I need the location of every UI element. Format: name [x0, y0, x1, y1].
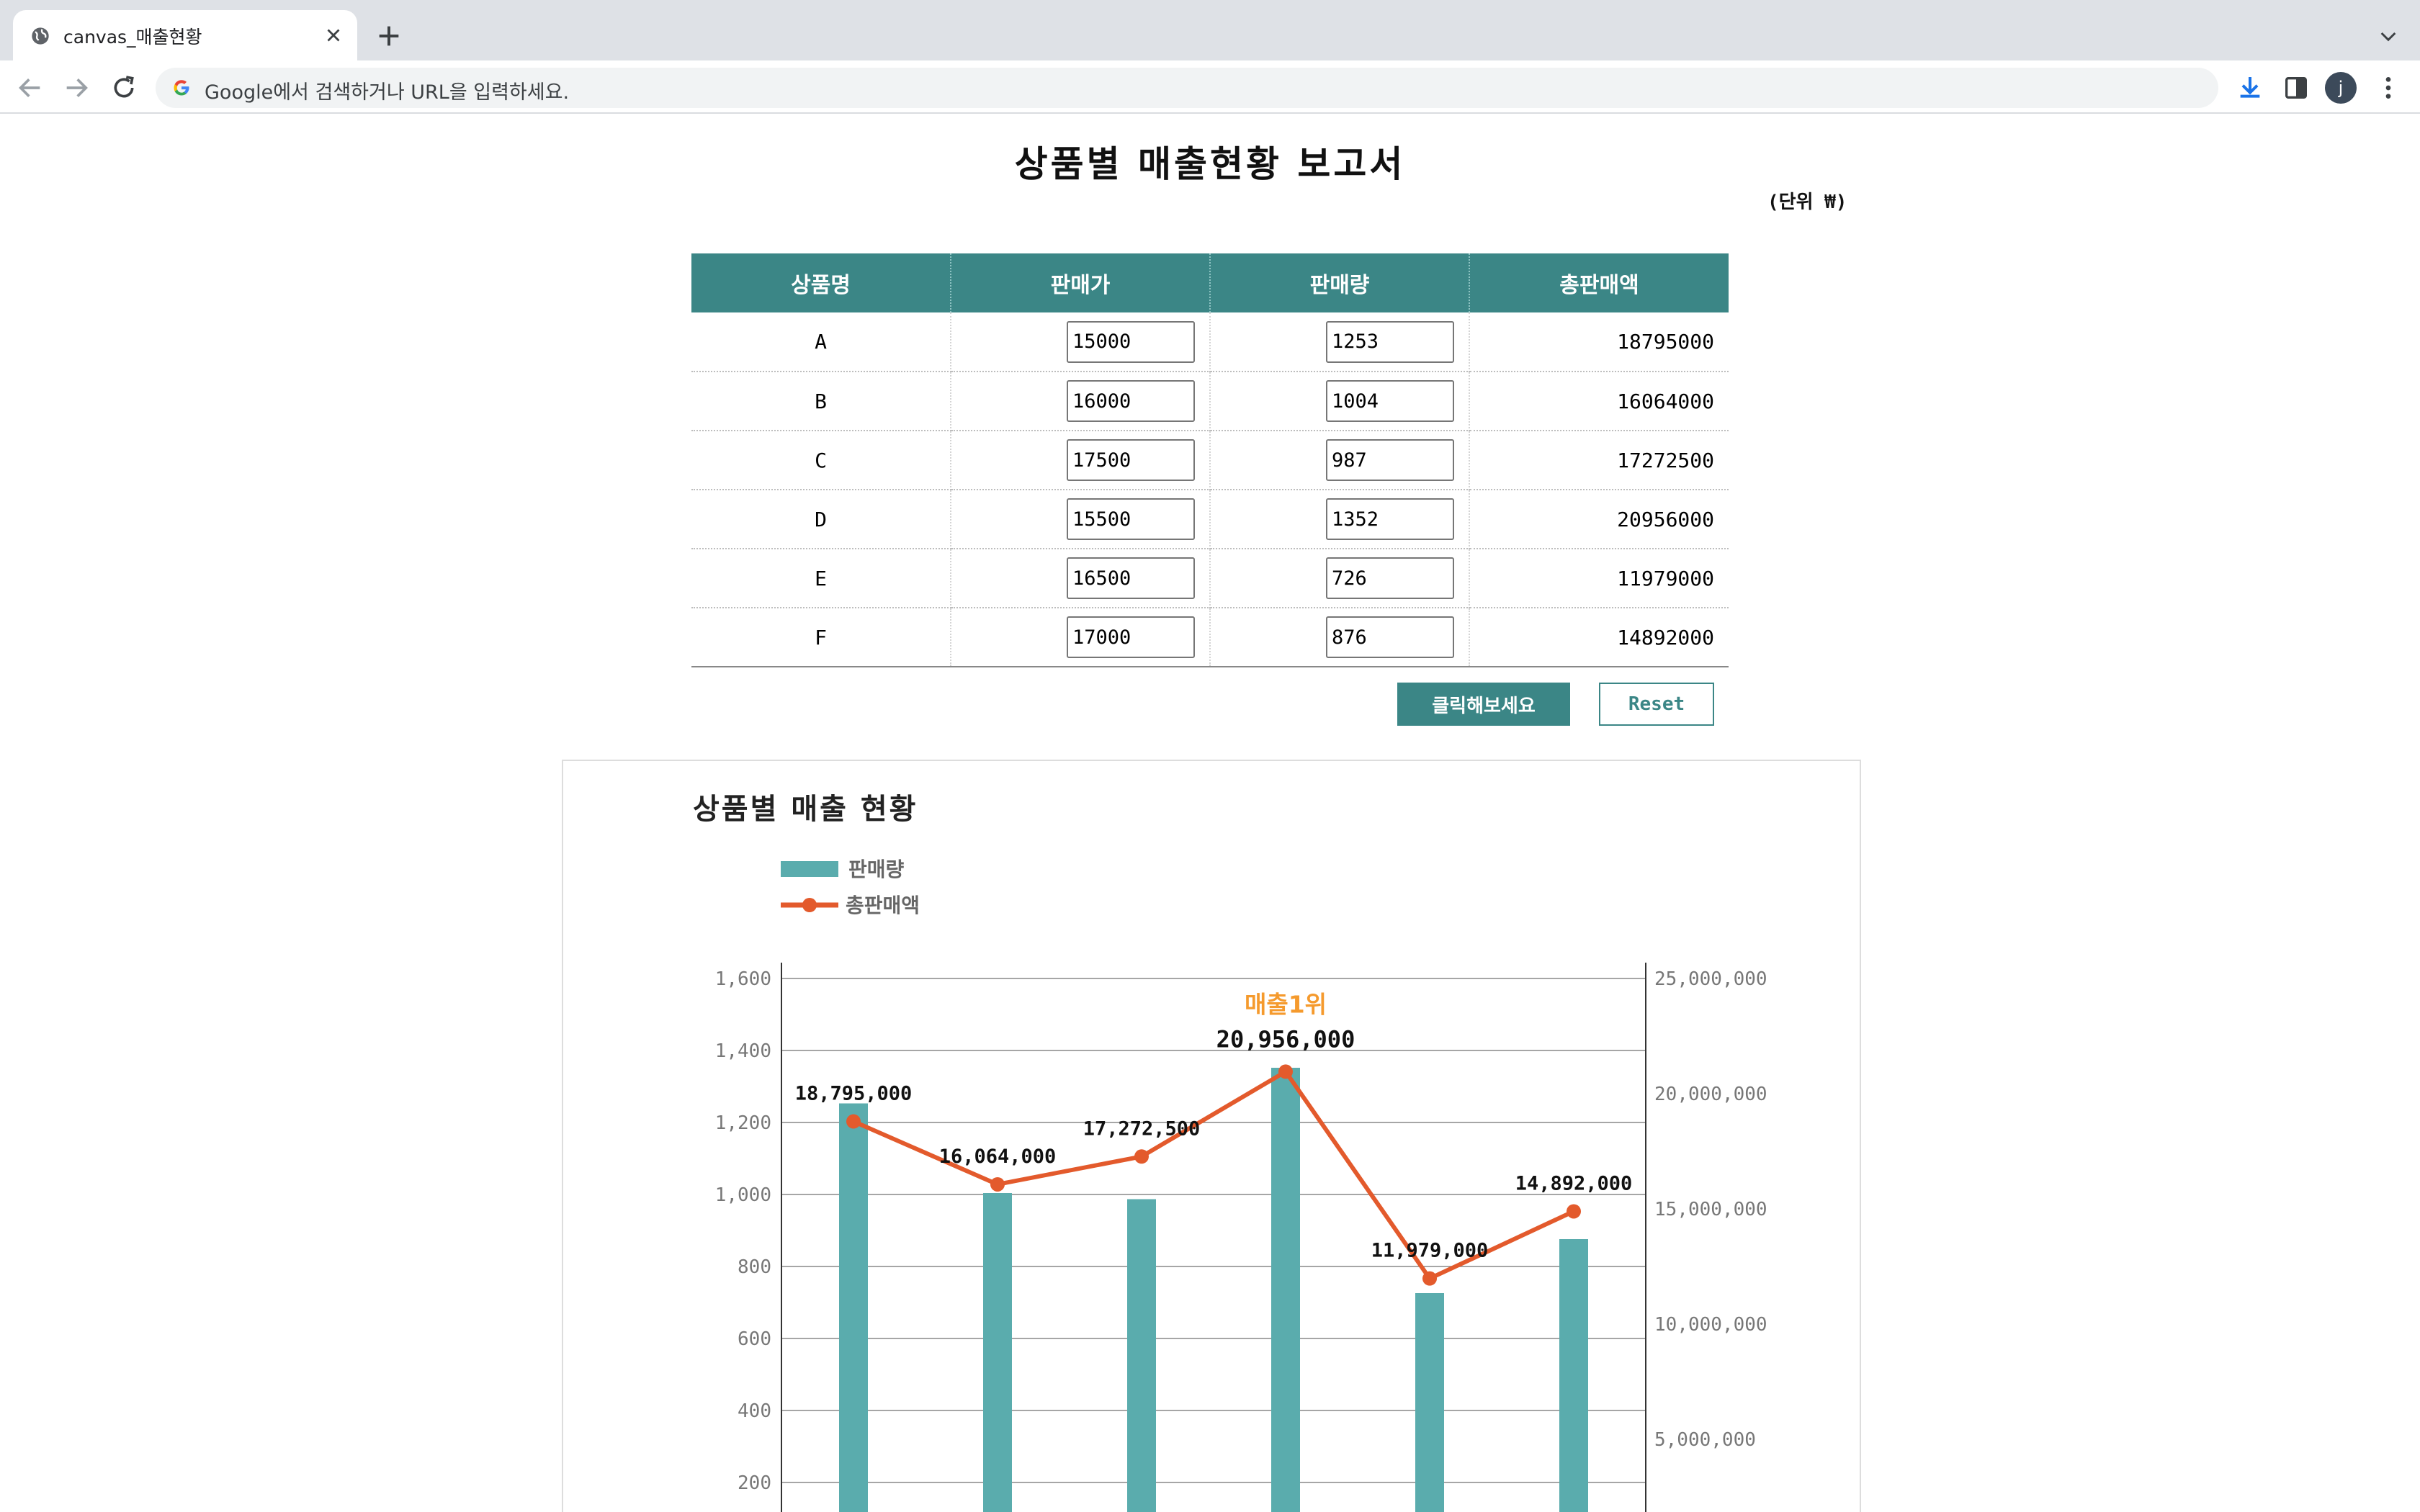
total-cell: 16064000 — [1469, 372, 1729, 431]
y-left-tick-label: 600 — [738, 1328, 771, 1350]
kebab-menu-icon[interactable] — [2374, 73, 2403, 102]
browser-tab[interactable]: canvas_매출현황 — [13, 10, 357, 60]
line-point-F — [1567, 1204, 1581, 1219]
reset-button[interactable]: Reset — [1599, 683, 1714, 726]
line-point-C — [1134, 1149, 1149, 1164]
side-panel-icon[interactable] — [2282, 73, 2311, 102]
quantity-input[interactable] — [1326, 616, 1454, 658]
legend-bar-swatch — [781, 861, 838, 877]
line-point-D — [1278, 1064, 1293, 1079]
browser-tab-bar: canvas_매출현황 — [0, 0, 2420, 60]
header-price: 판매가 — [951, 253, 1211, 312]
data-label-E: 11,979,000 — [1371, 1240, 1489, 1262]
bar-E — [1415, 1293, 1444, 1512]
top-seller-annotation: 매출1위 — [1245, 990, 1327, 1018]
google-logo-icon — [174, 80, 189, 96]
page-title: 상품별 매출현황 보고서 — [1014, 143, 1406, 185]
sales-table: 상품명 판매가 판매량 총판매액 A 18795000 B 16064000 C… — [691, 253, 1729, 667]
y-left-tick-label: 1,200 — [715, 1112, 771, 1134]
line-point-A — [846, 1114, 861, 1129]
price-input[interactable] — [1067, 320, 1195, 363]
y-left-tick-label: 1,600 — [715, 968, 771, 990]
quantity-input[interactable] — [1326, 320, 1454, 363]
y-left-tick-label: 1,400 — [715, 1040, 771, 1062]
y-right-tick-label: 15,000,000 — [1654, 1199, 1767, 1220]
y-right-tick-label: 10,000,000 — [1654, 1314, 1767, 1336]
y-left-tick-label: 800 — [738, 1256, 771, 1278]
legend-line-label: 총판매액 — [846, 894, 920, 917]
data-label-C: 17,272,500 — [1083, 1117, 1201, 1140]
bar-A — [839, 1103, 868, 1512]
price-input[interactable] — [1067, 439, 1195, 481]
sales-chart: 상품별 매출 현황판매량총판매액 200 400 600 800 1,000 1,200 1,… — [693, 793, 1767, 1512]
quantity-input[interactable] — [1326, 498, 1454, 540]
y-left-tick-label: 1,000 — [715, 1184, 771, 1206]
y-left-tick-label: 400 — [738, 1400, 771, 1422]
address-bar-placeholder: Google에서 검색하거나 URL을 입력하세요. — [205, 81, 570, 104]
legend-bar-label: 판매량 — [848, 858, 905, 881]
header-product-name: 상품명 — [691, 253, 951, 312]
back-arrow-icon[interactable] — [16, 73, 45, 102]
table-row: F 14892000 — [691, 608, 1729, 667]
table-row: E 11979000 — [691, 549, 1729, 608]
header-total: 총판매액 — [1469, 253, 1729, 312]
browser-toolbar: Google에서 검색하거나 URL을 입력하세요. j — [0, 60, 2420, 114]
total-cell: 17272500 — [1469, 431, 1729, 490]
table-header-row: 상품명 판매가 판매량 총판매액 — [691, 253, 1729, 312]
download-icon[interactable] — [2236, 73, 2264, 102]
data-label-B: 16,064,000 — [939, 1146, 1057, 1168]
legend-line-marker — [802, 898, 817, 912]
globe-icon — [32, 27, 49, 45]
calculate-button[interactable]: 클릭해보세요 — [1397, 683, 1570, 726]
chevron-down-icon[interactable] — [2377, 24, 2400, 48]
table-row: C 17272500 — [691, 431, 1729, 490]
line-point-B — [990, 1176, 1005, 1192]
price-input[interactable] — [1067, 380, 1195, 422]
y-right-tick-label: 25,000,000 — [1654, 968, 1767, 990]
table-row: B 16064000 — [691, 372, 1729, 431]
total-cell: 14892000 — [1469, 608, 1729, 667]
total-cell: 11979000 — [1469, 549, 1729, 608]
product-name-cell: D — [691, 490, 951, 549]
address-bar[interactable]: Google에서 검색하거나 URL을 입력하세요. — [156, 68, 2218, 108]
product-name-cell: A — [691, 312, 951, 372]
y-left-tick-label: 200 — [738, 1472, 771, 1494]
chart-title: 상품별 매출 현황 — [693, 793, 918, 826]
bar-F — [1559, 1239, 1588, 1512]
table-row: A 18795000 — [691, 312, 1729, 372]
y-right-tick-label: 5,000,000 — [1654, 1429, 1756, 1451]
product-name-cell: F — [691, 608, 951, 667]
table-row: D 20956000 — [691, 490, 1729, 549]
tab-title: canvas_매출현황 — [63, 27, 202, 48]
bar-C — [1127, 1199, 1156, 1512]
quantity-input[interactable] — [1326, 557, 1454, 599]
y-right-tick-label: 20,000,000 — [1654, 1084, 1767, 1105]
bar-D — [1271, 1068, 1300, 1512]
line-point-E — [1422, 1271, 1437, 1286]
bar-B — [983, 1193, 1012, 1512]
quantity-input[interactable] — [1326, 439, 1454, 481]
total-cell: 20956000 — [1469, 490, 1729, 549]
profile-avatar[interactable]: j — [2325, 72, 2357, 104]
product-name-cell: C — [691, 431, 951, 490]
quantity-input[interactable] — [1326, 380, 1454, 422]
price-input[interactable] — [1067, 557, 1195, 599]
price-input[interactable] — [1067, 498, 1195, 540]
product-name-cell: B — [691, 372, 951, 431]
product-name-cell: E — [691, 549, 951, 608]
reload-icon[interactable] — [109, 73, 138, 102]
price-input[interactable] — [1067, 616, 1195, 658]
data-label-F: 14,892,000 — [1515, 1172, 1633, 1194]
unit-label: (단위 ₩) — [1767, 192, 1847, 213]
data-label-D: 20,956,000 — [1216, 1025, 1355, 1053]
sales-chart-panel: 상품별 매출 현황판매량총판매액 200 400 600 800 1,000 1,200 1,… — [562, 760, 1861, 1512]
close-icon[interactable] — [323, 24, 344, 46]
forward-arrow-icon[interactable] — [62, 73, 91, 102]
total-cell: 18795000 — [1469, 312, 1729, 372]
data-label-A: 18,795,000 — [795, 1083, 913, 1105]
new-tab-plus-icon[interactable] — [375, 22, 403, 50]
header-quantity: 판매량 — [1210, 253, 1470, 312]
